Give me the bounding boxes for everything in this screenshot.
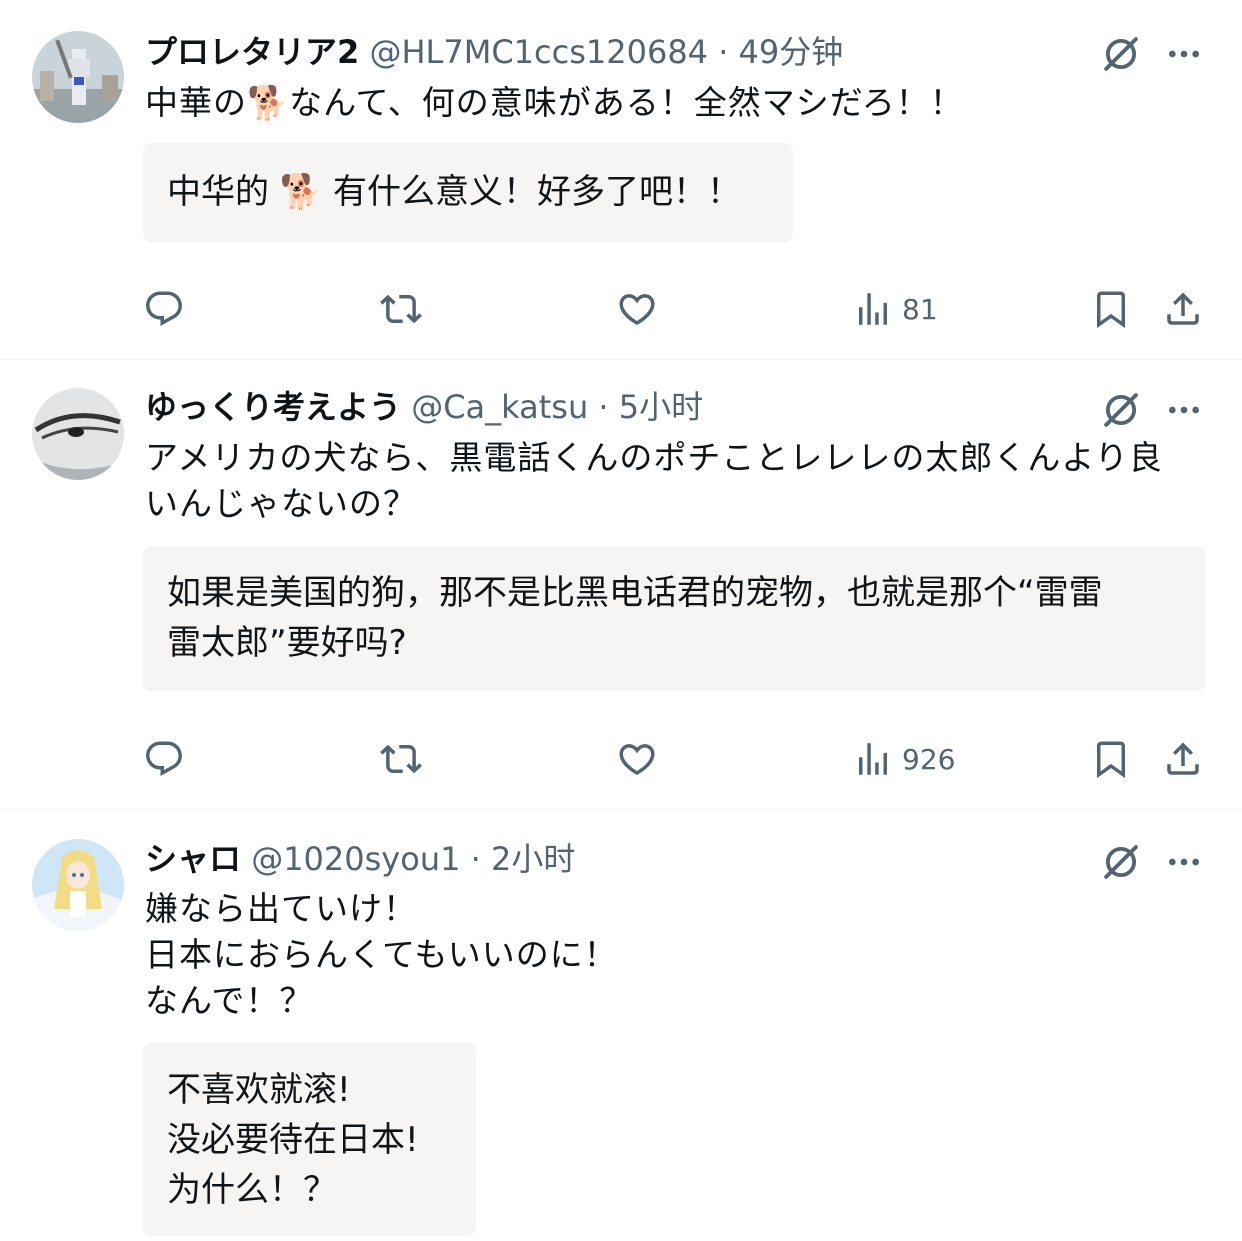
tweet-text: 中華の🐕なんて、何の意味がある！全然マシだろ！！	[145, 80, 1204, 126]
translation-line: 不喜欢就滚!	[167, 1070, 351, 1110]
timestamp[interactable]: 2小时	[491, 840, 575, 878]
tweet-text: アメリカの犬なら、黒電話くんのポチことレレレの太郎くんより良 いんじゃないの？	[145, 435, 1204, 527]
translation-line: 为什么！？	[167, 1170, 337, 1210]
tweet-text-line: なんで！？	[145, 981, 314, 1020]
views-count: 926	[902, 742, 956, 776]
views-button[interactable]: 926	[852, 734, 955, 784]
action-bar: 926	[0, 734, 1242, 784]
more-dots-icon[interactable]	[1164, 842, 1204, 882]
more-dots-icon[interactable]	[1164, 390, 1204, 430]
tweet-text-line: アメリカの犬なら、黒電話くんのポチことレレレの太郎くんより良	[145, 438, 1163, 477]
tweet-text: 嫌なら出ていけ！ 日本におらんくてもいいのに！ なんで！？	[145, 886, 1204, 1024]
translation-line: 雷太郎”要好吗?	[167, 623, 407, 663]
translation-box: 不喜欢就滚! 没必要待在日本! 为什么！？	[143, 1043, 476, 1236]
handle[interactable]: @Ca_katsu	[411, 388, 588, 426]
retweet-button[interactable]	[380, 734, 422, 784]
views-button[interactable]: 81	[852, 284, 938, 334]
tweet-header: プロレタリア2 @HL7MC1ccs120684 · 49分钟	[145, 30, 843, 74]
separator: ·	[708, 33, 739, 71]
separator: ·	[460, 840, 491, 878]
grok-icon[interactable]	[1100, 389, 1142, 431]
display-name[interactable]: シャロ	[145, 840, 241, 878]
retweet-button[interactable]	[380, 284, 422, 334]
avatar[interactable]	[32, 388, 124, 480]
views-count: 81	[902, 292, 938, 326]
tweet[interactable]: シャロ @1020syou1 · 2小时 嫌なら出ていけ！ 日本におらんくてもい…	[0, 810, 1242, 1241]
grok-icon[interactable]	[1100, 33, 1142, 75]
anime-character-avatar-icon	[32, 839, 124, 931]
action-bar: 81	[0, 284, 1242, 334]
timestamp[interactable]: 5小时	[619, 388, 703, 426]
translation-line: 没必要待在日本!	[167, 1120, 419, 1160]
tweet-text-line: 日本におらんくてもいいのに！	[145, 935, 618, 974]
heart-icon	[616, 288, 658, 330]
display-name[interactable]: ゆっくり考えよう	[145, 388, 401, 426]
tweet-text-line: いんじゃないの？	[145, 484, 417, 523]
reply-button[interactable]	[143, 734, 185, 784]
views-chart-icon	[852, 738, 894, 780]
retweet-icon	[380, 288, 422, 330]
bookmark-icon	[1090, 288, 1132, 330]
translation-line: 中华的 🐕 有什么意义！好多了吧！！	[167, 172, 741, 212]
bookmark-button[interactable]	[1090, 284, 1132, 334]
translation-line: 如果是美国的狗，那不是比黑电话君的宠物，也就是那个“雷雷	[167, 573, 1103, 613]
avatar[interactable]	[32, 839, 124, 931]
gundam-statue-avatar-icon	[32, 31, 124, 123]
translation-box: 如果是美国的狗，那不是比黑电话君的宠物，也就是那个“雷雷 雷太郎”要好吗?	[143, 546, 1205, 691]
like-button[interactable]	[616, 284, 658, 334]
tweet[interactable]: プロレタリア2 @HL7MC1ccs120684 · 49分钟 中華の🐕なんて、…	[0, 0, 1242, 360]
share-icon	[1162, 738, 1204, 780]
more-dots-icon[interactable]	[1164, 34, 1204, 74]
reply-button[interactable]	[143, 284, 185, 334]
translation-box: 中华的 🐕 有什么意义！好多了吧！！	[143, 143, 793, 242]
tweet-header: シャロ @1020syou1 · 2小时	[145, 837, 575, 881]
bookmark-button[interactable]	[1090, 734, 1132, 784]
avatar[interactable]	[32, 31, 124, 123]
eye-drawing-avatar-icon	[32, 388, 124, 480]
tweet-text-line: 嫌なら出ていけ！	[145, 889, 417, 928]
reply-icon	[143, 738, 185, 780]
separator: ·	[588, 388, 619, 426]
grok-icon[interactable]	[1100, 841, 1142, 883]
share-button[interactable]	[1162, 284, 1204, 334]
tweet-header: ゆっくり考えよう @Ca_katsu · 5小时	[145, 385, 703, 429]
like-button[interactable]	[616, 734, 658, 784]
reply-icon	[143, 288, 185, 330]
heart-icon	[616, 738, 658, 780]
retweet-icon	[380, 738, 422, 780]
share-icon	[1162, 288, 1204, 330]
handle[interactable]: @1020syou1	[251, 840, 460, 878]
handle[interactable]: @HL7MC1ccs120684	[369, 33, 708, 71]
bookmark-icon	[1090, 738, 1132, 780]
views-chart-icon	[852, 288, 894, 330]
tweet-text-line: 中華の🐕なんて、何の意味がある！全然マシだろ！！	[145, 83, 964, 122]
display-name[interactable]: プロレタリア2	[145, 33, 359, 71]
share-button[interactable]	[1162, 734, 1204, 784]
tweet[interactable]: ゆっくり考えよう @Ca_katsu · 5小时 アメリカの犬なら、黒電話くんの…	[0, 360, 1242, 810]
timestamp[interactable]: 49分钟	[739, 33, 844, 71]
